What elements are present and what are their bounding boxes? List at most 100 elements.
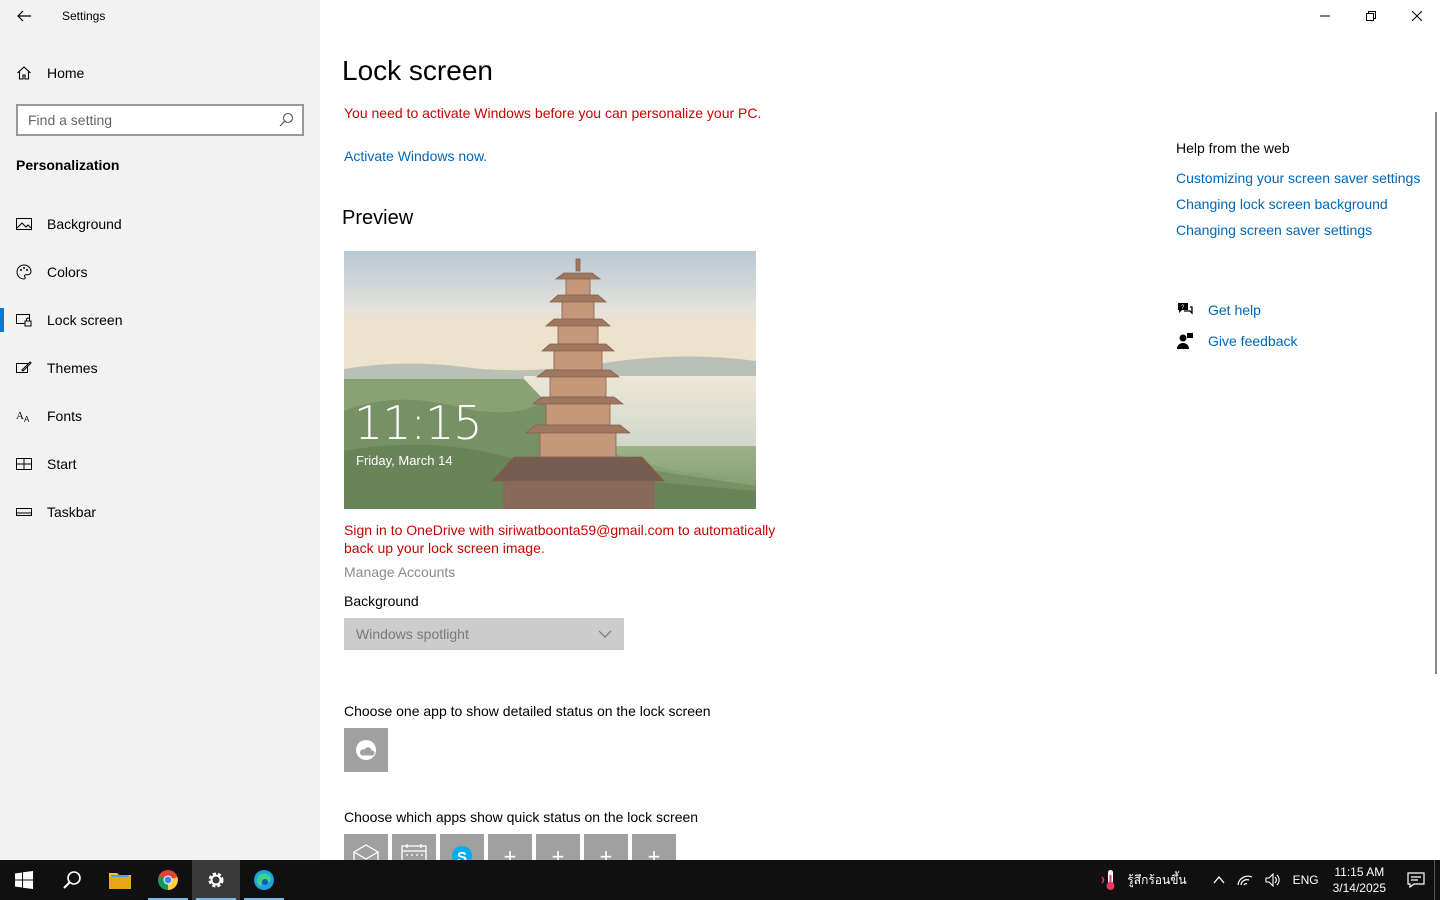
sidebar-item-label: Start [47,456,77,472]
sidebar-item-label: Lock screen [47,312,123,328]
preview-date: Friday, March 14 [356,453,453,468]
give-feedback-link[interactable]: Give feedback [1176,325,1298,356]
sidebar-item-label: Fonts [47,408,83,424]
system-tray: รู้สึกร้อนขึ้น ENG 11:15 AM 3/14/2025 [1099,860,1440,900]
edge-button[interactable] [240,860,288,900]
page-title: Lock screen [342,55,493,86]
quick-status-add-button[interactable]: + [584,834,628,860]
back-arrow-icon [17,10,31,22]
activate-windows-link[interactable]: Activate Windows now. [344,148,487,164]
manage-accounts-link[interactable]: Manage Accounts [344,564,455,580]
help-panel: Help from the web Customizing your scree… [1176,140,1436,248]
wifi-icon [1236,875,1252,886]
home-link[interactable]: Home [16,62,84,84]
quick-status-mail-button[interactable] [344,834,388,860]
action-center-button[interactable] [1398,872,1434,888]
taskbar-icon [16,504,32,520]
activation-warning: You need to activate Windows before you … [344,105,762,121]
quick-status-skype-button[interactable]: S [440,834,484,860]
scrollbar[interactable] [1435,112,1437,674]
show-desktop-button[interactable] [1434,860,1440,900]
weather-widget[interactable]: รู้สึกร้อนขึ้น [1099,869,1187,891]
sidebar-item-label: Background [47,216,122,232]
clock-time: 11:15 AM [1334,865,1385,879]
lock-screen-icon [16,312,32,328]
main-content: Lock screen You need to activate Windows… [320,0,1440,860]
search-input[interactable] [28,112,278,128]
picture-icon [16,216,32,232]
lock-screen-preview: 11:15 Friday, March 14 [344,251,756,509]
settings-taskbar-button[interactable] [192,860,240,900]
back-button[interactable] [8,2,40,30]
help-actions: ? Get help Give feedback [1176,294,1298,356]
palette-icon [16,264,32,280]
pagoda-landscape-image [344,251,756,509]
weather-text: รู้สึกร้อนขึ้น [1127,872,1187,887]
sidebar-item-label: Taskbar [47,504,97,520]
themes-icon [16,360,32,376]
quick-status-add-button[interactable]: + [488,834,532,860]
sidebar-nav: Background Colors Lock screen Themes AA … [0,200,320,536]
minimize-button[interactable] [1302,0,1348,32]
sidebar-item-start[interactable]: Start [0,440,320,488]
search-icon [63,871,81,889]
plus-icon: + [551,844,565,860]
quick-status-add-button[interactable]: + [632,834,676,860]
home-label: Home [47,65,85,81]
file-explorer-button[interactable] [96,860,144,900]
search-icon[interactable] [278,112,294,128]
start-button[interactable] [0,860,48,900]
restore-icon [1366,11,1376,21]
thermometer-icon [1101,870,1115,890]
help-link-screen-saver[interactable]: Customizing your screen saver settings [1176,170,1436,186]
windows-logo-icon [15,871,33,889]
preview-time: 11:15 [354,396,483,450]
search-box[interactable] [16,104,304,136]
start-icon [16,456,32,472]
search-taskbar-button[interactable] [48,860,96,900]
quick-status-calendar-button[interactable] [392,834,436,860]
chrome-icon [158,870,178,891]
weather-app-icon [356,740,376,760]
volume-button[interactable] [1265,873,1281,887]
network-button[interactable] [1236,873,1253,887]
quick-status-label: Choose which apps show quick status on t… [344,809,699,825]
show-hidden-icons-button[interactable] [1213,876,1225,884]
sidebar-item-lock-screen[interactable]: Lock screen [0,296,320,344]
sidebar-item-themes[interactable]: Themes [0,344,320,392]
sidebar-item-label: Themes [47,360,98,376]
home-icon [17,66,31,80]
taskbar-clock[interactable]: 11:15 AM 3/14/2025 [1333,864,1386,896]
sidebar-item-taskbar[interactable]: Taskbar [0,488,320,536]
edge-icon [254,870,274,890]
restore-button[interactable] [1348,0,1394,32]
get-help-link[interactable]: ? Get help [1176,294,1298,325]
calendar-icon [401,844,427,860]
chevron-up-icon [1213,876,1225,884]
quick-status-add-button[interactable]: + [536,834,580,860]
fonts-icon: AA [16,408,32,424]
svg-text:A: A [16,410,24,422]
background-dropdown-value: Windows spotlight [356,626,469,642]
sidebar-item-background[interactable]: Background [0,200,320,248]
chrome-button[interactable] [144,860,192,900]
background-dropdown[interactable]: Windows spotlight [344,618,624,650]
onedrive-message: Sign in to OneDrive with siriwatboonta59… [344,522,776,556]
language-indicator[interactable]: ENG [1293,873,1319,887]
clock-date: 3/14/2025 [1332,881,1386,895]
help-link-lock-screen-background[interactable]: Changing lock screen background [1176,196,1436,212]
sidebar-item-colors[interactable]: Colors [0,248,320,296]
close-button[interactable] [1394,0,1440,32]
detailed-status-label: Choose one app to show detailed status o… [344,703,711,719]
plus-icon: + [647,844,661,860]
quick-status-apps: S + + + + [344,834,676,860]
sidebar-item-fonts[interactable]: AA Fonts [0,392,320,440]
get-help-label: Get help [1208,301,1261,318]
plus-icon: + [599,844,613,860]
minimize-icon [1320,15,1330,17]
detailed-status-app-button[interactable] [344,728,388,772]
chevron-down-icon [598,630,612,638]
help-link-screen-saver-settings[interactable]: Changing screen saver settings [1176,222,1436,238]
svg-text:S: S [457,849,467,860]
gear-icon [208,872,224,888]
